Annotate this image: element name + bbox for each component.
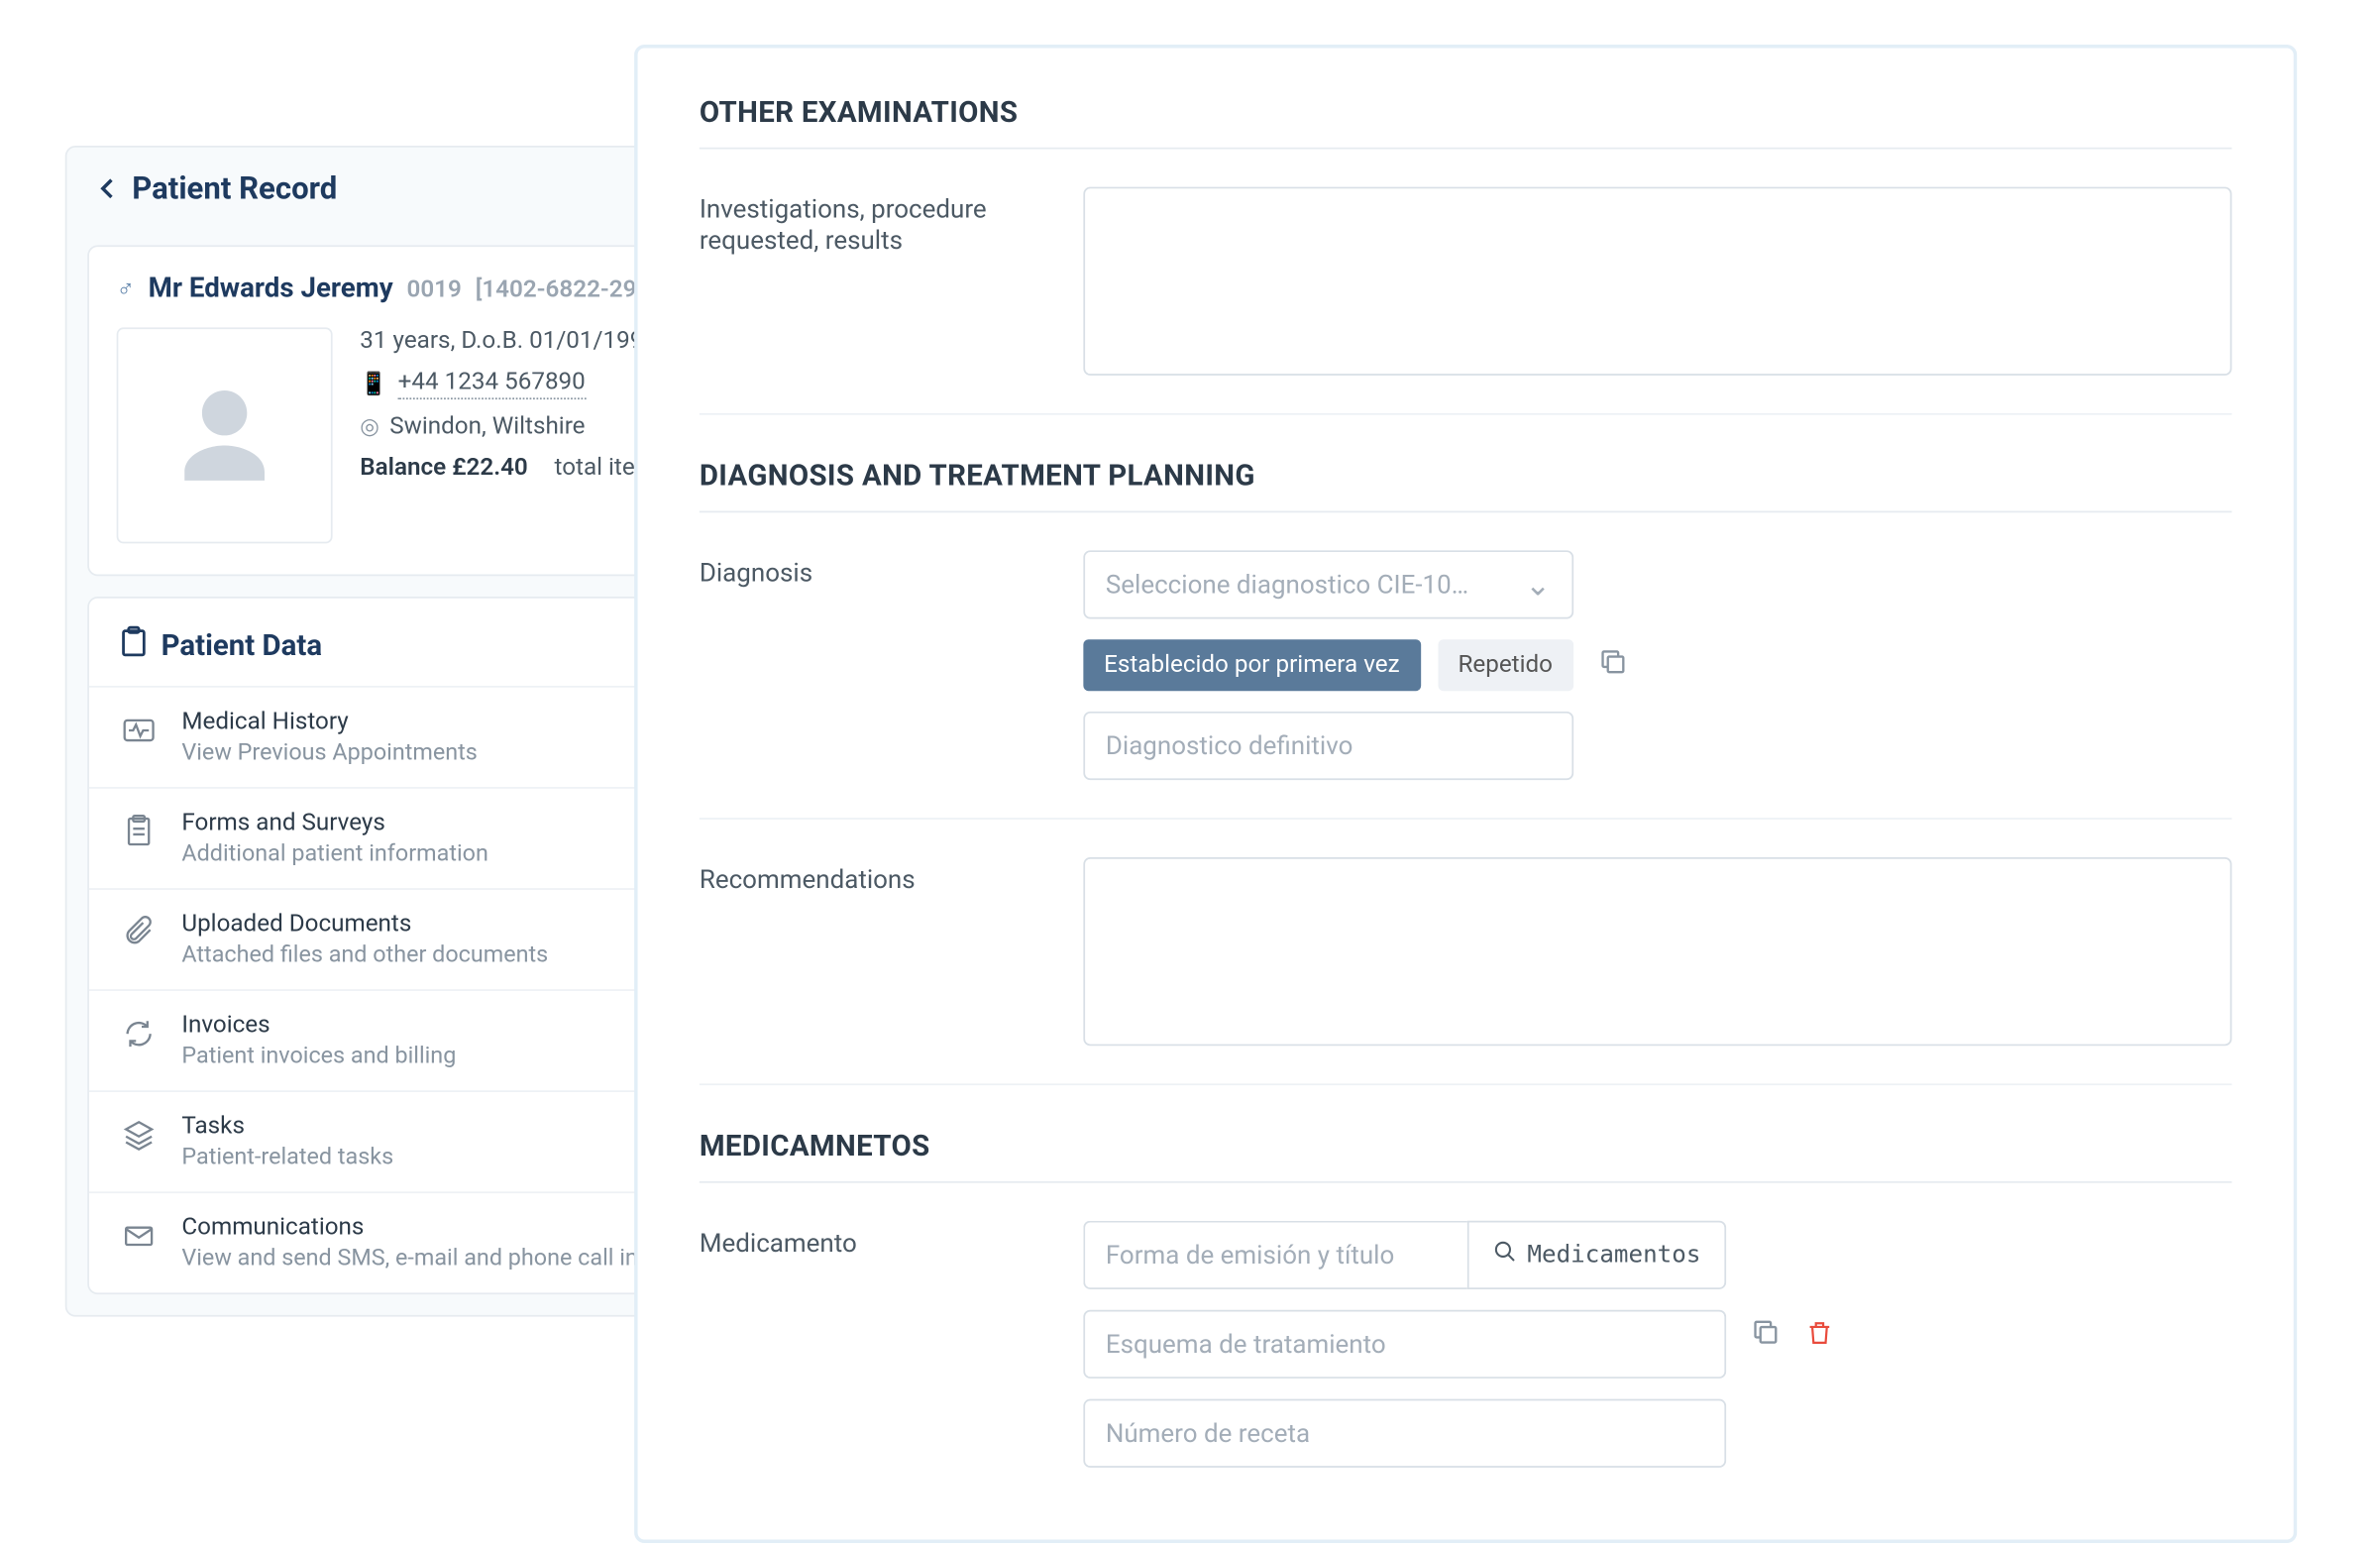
envelope-icon bbox=[120, 1217, 158, 1255]
copy-icon[interactable] bbox=[1751, 1317, 1782, 1357]
patient-id-short: 0019 bbox=[406, 276, 461, 304]
investigations-label: Investigations, procedure requested, res… bbox=[700, 187, 1032, 376]
medicamentos-search-label: Medicamentos bbox=[1527, 1242, 1700, 1270]
pin-icon: ◎ bbox=[360, 414, 379, 440]
phone-icon: 📱 bbox=[360, 372, 387, 397]
recommendations-textarea[interactable] bbox=[1083, 857, 2231, 1046]
esquema-input[interactable] bbox=[1083, 1310, 1726, 1379]
recommendations-label: Recommendations bbox=[700, 857, 1032, 1046]
section-medicamentos-title: MEDICAMNETOS bbox=[700, 1130, 2232, 1183]
medicamento-forma-input[interactable] bbox=[1083, 1221, 1467, 1289]
heartbeat-icon bbox=[120, 712, 158, 749]
clinical-form-panel: OTHER EXAMINATIONS Investigations, proce… bbox=[634, 45, 2297, 1543]
diagnosis-select[interactable]: Seleccione diagnostico CIE-10… ⌄ bbox=[1083, 550, 1572, 618]
toggle-repeated[interactable]: Repetido bbox=[1438, 639, 1573, 691]
section-diag-treat-title: DIAGNOSIS AND TREATMENT PLANNING bbox=[700, 460, 2232, 513]
patient-record-title: Patient Record bbox=[132, 171, 337, 207]
male-icon: ♂ bbox=[117, 275, 135, 303]
patient-name: Mr Edwards Jeremy bbox=[149, 271, 393, 303]
section-other-examinations-title: OTHER EXAMINATIONS bbox=[700, 96, 2232, 150]
patient-location: Swindon, Wiltshire bbox=[389, 413, 585, 441]
chevron-down-icon: ⌄ bbox=[1525, 567, 1551, 603]
receta-input[interactable] bbox=[1083, 1399, 1726, 1468]
clipboard-list-icon bbox=[120, 813, 158, 850]
copy-icon[interactable] bbox=[1597, 646, 1628, 686]
layers-icon bbox=[120, 1116, 158, 1154]
patient-data-header: Patient Data bbox=[162, 628, 322, 663]
search-icon bbox=[1493, 1240, 1517, 1271]
patient-phone: +44 1234 567890 bbox=[398, 369, 586, 399]
medicamento-label: Medicamento bbox=[700, 1221, 1032, 1468]
paperclip-icon bbox=[120, 914, 158, 951]
diagnosis-select-placeholder: Seleccione diagnostico CIE-10… bbox=[1106, 569, 1468, 600]
patient-balance: Balance £22.40 bbox=[360, 454, 527, 482]
toggle-first-time[interactable]: Establecido por primera vez bbox=[1083, 639, 1420, 691]
clipboard-icon bbox=[120, 625, 148, 665]
medicamentos-search-button[interactable]: Medicamentos bbox=[1467, 1221, 1727, 1289]
avatar-placeholder bbox=[117, 327, 333, 543]
trash-icon[interactable] bbox=[1805, 1318, 1834, 1356]
refresh-icon bbox=[120, 1015, 158, 1052]
diagnosis-label: Diagnosis bbox=[700, 550, 1032, 780]
chevron-left-icon[interactable] bbox=[98, 173, 119, 206]
diagnosis-definitive-input[interactable] bbox=[1083, 712, 1572, 780]
investigations-textarea[interactable] bbox=[1083, 187, 2231, 376]
